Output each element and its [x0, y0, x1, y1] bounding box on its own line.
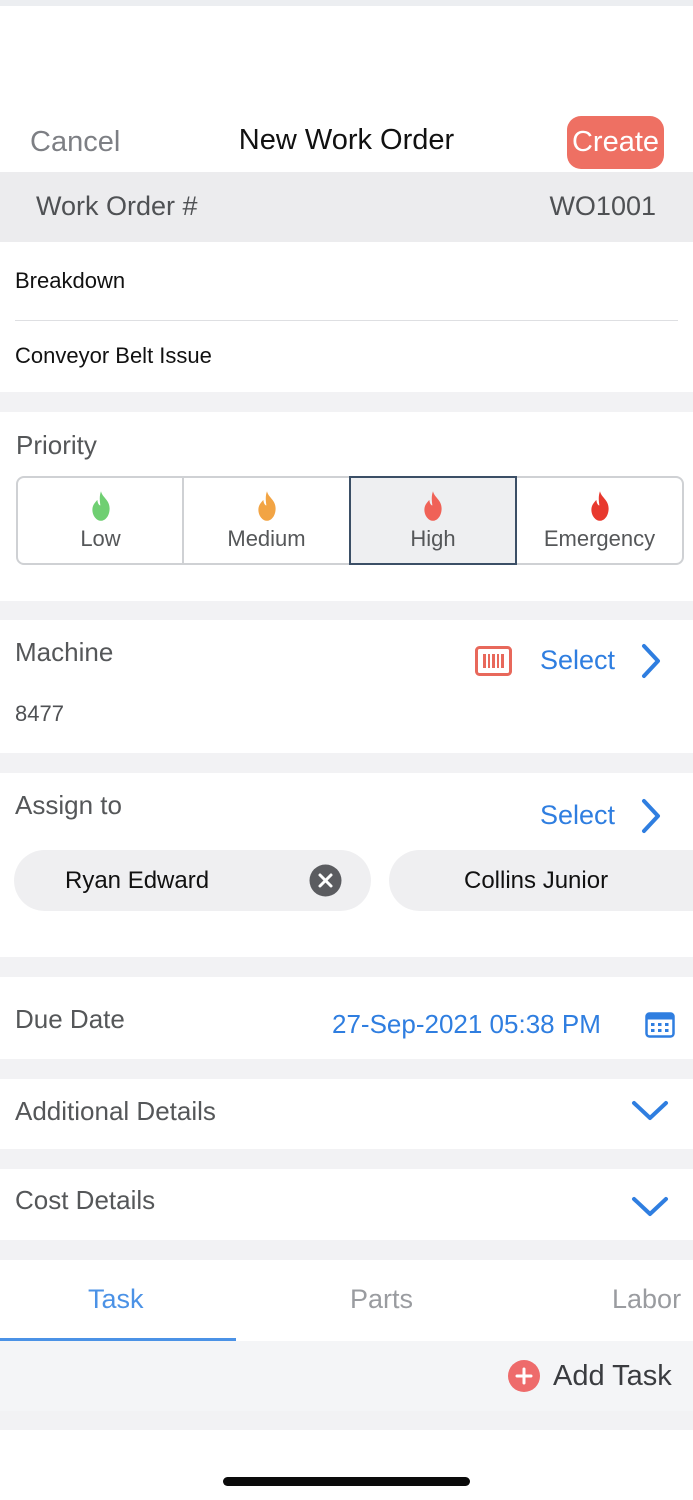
create-button[interactable]: Create — [567, 116, 664, 169]
barcode-icon[interactable] — [475, 646, 512, 676]
flame-low-icon — [91, 490, 110, 521]
due-date-label: Due Date — [15, 1004, 125, 1034]
assignee-name: Collins Junior — [464, 867, 609, 894]
chevron-down-icon[interactable] — [631, 1196, 669, 1218]
home-indicator — [223, 1477, 470, 1486]
priority-high-label: High — [410, 525, 456, 551]
priority-high-button[interactable]: High — [349, 476, 517, 565]
tab-task[interactable]: Task — [88, 1284, 144, 1315]
tab-parts[interactable]: Parts — [350, 1284, 413, 1315]
flame-emergency-icon — [590, 490, 609, 521]
priority-low-button[interactable]: Low — [18, 477, 183, 564]
work-order-number: WO1001 — [549, 191, 656, 221]
priority-label: Priority — [16, 430, 97, 460]
priority-emergency-button[interactable]: Emergency — [517, 477, 682, 564]
calendar-icon[interactable] — [645, 1010, 675, 1038]
assign-label: Assign to — [15, 790, 122, 820]
machine-label: Machine — [15, 637, 114, 667]
title-field[interactable]: Conveyor Belt Issue — [15, 343, 212, 369]
add-task-button[interactable]: Add Task — [553, 1360, 672, 1393]
tab-labor[interactable]: Labor — [612, 1284, 681, 1315]
assignee-chip[interactable]: Ryan Edward — [14, 850, 371, 911]
chevron-right-icon[interactable] — [640, 643, 662, 679]
type-field[interactable]: Breakdown — [15, 268, 125, 294]
chevron-down-icon[interactable] — [631, 1100, 669, 1122]
assignee-chip[interactable]: Collins Junior — [389, 850, 693, 911]
bottom-area — [0, 1430, 693, 1500]
add-icon[interactable] — [508, 1360, 540, 1392]
flame-medium-icon — [257, 490, 276, 521]
additional-details-label: Additional Details — [15, 1096, 216, 1126]
status-strip — [0, 0, 693, 6]
work-order-label: Work Order # — [36, 191, 198, 221]
assignee-name: Ryan Edward — [65, 867, 210, 894]
priority-medium-button[interactable]: Medium — [184, 477, 349, 564]
flame-high-icon — [424, 490, 442, 521]
assign-select-link[interactable]: Select — [540, 800, 615, 831]
machine-value: 8477 — [15, 701, 64, 726]
priority-low-label: Low — [80, 525, 121, 551]
field-divider — [15, 320, 678, 321]
due-date-value[interactable]: 27-Sep-2021 05:38 PM — [332, 1009, 601, 1040]
priority-medium-label: Medium — [227, 525, 306, 551]
machine-select-link[interactable]: Select — [540, 645, 615, 676]
remove-assignee-icon[interactable] — [309, 864, 342, 897]
cost-details-label: Cost Details — [15, 1185, 156, 1215]
work-order-fields — [0, 242, 693, 392]
chevron-right-icon[interactable] — [640, 798, 662, 834]
priority-emergency-label: Emergency — [543, 525, 656, 551]
